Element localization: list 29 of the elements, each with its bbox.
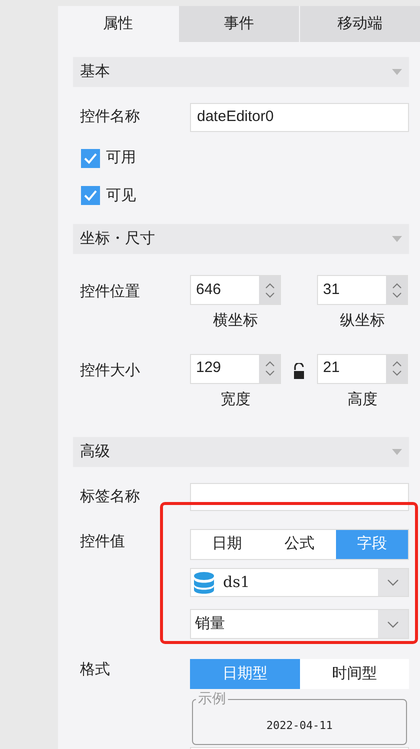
field-caption: 高度 [348, 390, 378, 410]
name-field[interactable]: dateEditor0 [190, 103, 409, 132]
example-value: 2022-04-11 [266, 718, 333, 734]
checkbox-label: 可见 [106, 186, 136, 206]
number-field[interactable]: 31 [317, 275, 408, 305]
field-label: 控件名称 [79, 107, 141, 128]
checkbox-label: 可用 [106, 148, 136, 168]
field-caption: 纵坐标 [340, 311, 385, 331]
field-caption: 横坐标 [213, 311, 258, 331]
number-field[interactable]: 646 [190, 275, 281, 305]
field-label: 控件位置 [79, 282, 141, 302]
field-label: 控件大小 [79, 360, 141, 380]
tab[interactable]: 移动端 [299, 6, 420, 42]
field-caption: 宽度 [220, 390, 250, 410]
number-field[interactable]: 21 [317, 354, 408, 384]
section-header[interactable]: 高级 [73, 437, 409, 467]
field-label: 标签名称 [79, 486, 141, 507]
section-header[interactable]: 坐标・尺寸 [73, 224, 409, 254]
number-field[interactable]: 129 [190, 354, 281, 384]
segment-option[interactable]: 公式 [263, 530, 336, 559]
segment-option[interactable]: 时间型 [300, 659, 409, 689]
field-label: 格式 [79, 660, 111, 680]
field-label: 控件值 [79, 532, 126, 552]
example-legend: 示例 [196, 690, 228, 706]
dataset-dropdown[interactable]: ds1 [190, 568, 409, 597]
segment-option[interactable]: 日期 [191, 530, 264, 559]
field-dropdown[interactable]: 销量 [190, 609, 409, 639]
section-header[interactable]: 基本 [73, 57, 409, 87]
tab[interactable]: 事件 [178, 6, 299, 42]
